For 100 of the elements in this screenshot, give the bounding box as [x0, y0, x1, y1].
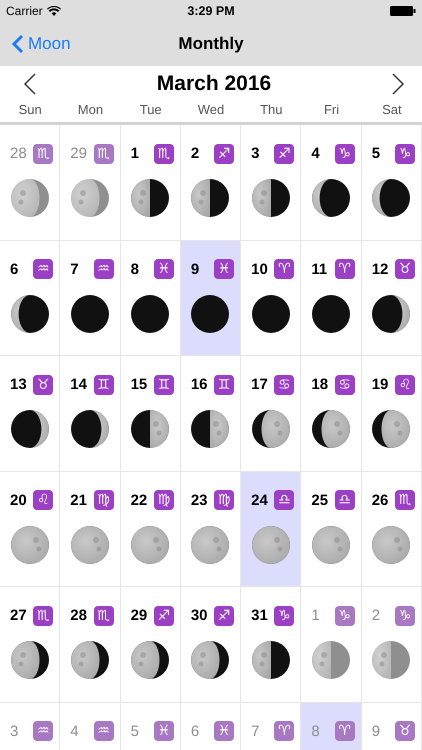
day-number: 8 — [311, 722, 320, 740]
day-number: 3 — [10, 722, 18, 740]
day-number: 22 — [130, 492, 148, 508]
zodiac-sign: ♉ — [33, 374, 54, 394]
day-number: 4 — [70, 722, 79, 740]
zodiac-sign: ♈ — [334, 259, 355, 279]
wifi-icon — [46, 6, 61, 16]
day-number: 16 — [190, 376, 208, 393]
day-number: 5 — [372, 145, 380, 162]
day-number: 25 — [311, 492, 328, 508]
zodiac-sign: ♈ — [274, 259, 294, 279]
day-number: 2 — [190, 145, 200, 162]
day-cell[interactable]: 3 ♐ — [241, 125, 302, 240]
zodiac-sign: ♑ — [334, 606, 355, 626]
zodiac-sign: ♊ — [94, 374, 114, 394]
day-number: 27 — [10, 607, 27, 624]
day-cell[interactable]: 11 ♈ — [301, 240, 362, 356]
status-time: 3:29 PM — [186, 4, 236, 18]
day-number: 6 — [10, 260, 18, 278]
day-number: 31 — [251, 607, 268, 624]
month-title: March 2016 — [156, 72, 272, 96]
weekday-label: Thu — [259, 102, 284, 119]
day-cell[interactable]: 18 ♋ — [301, 356, 362, 472]
day-cell[interactable]: 8 ♓ — [120, 240, 181, 356]
zodiac-sign: ♉ — [394, 721, 415, 741]
day-cell[interactable]: 12 ♉ — [362, 240, 422, 356]
day-number: 24 — [251, 492, 268, 508]
day-number: 15 — [130, 376, 148, 393]
day-number: 19 — [372, 376, 388, 393]
zodiac-sign: ♊ — [214, 374, 234, 394]
zodiac-sign: ♏ — [94, 144, 114, 164]
zodiac-sign: ♒ — [94, 721, 114, 741]
day-cell[interactable]: 16 ♊ — [180, 356, 242, 472]
day-cell[interactable]: 25 ♎ — [301, 472, 362, 587]
weekday-label: Fri — [322, 102, 340, 119]
day-cell[interactable]: 22 ♍ — [120, 472, 181, 587]
day-cell[interactable]: 6 ♒ — [0, 240, 60, 356]
zodiac-sign: ♎ — [334, 490, 355, 510]
zodiac-sign: ♈ — [274, 721, 294, 741]
day-number: 29 — [130, 607, 148, 624]
day-cell[interactable]: 13 ♉ — [0, 356, 60, 472]
day-cell[interactable]: 15 ♊ — [120, 356, 181, 472]
day-number: 7 — [251, 722, 260, 740]
zodiac-sign: ♉ — [394, 259, 415, 279]
day-cell[interactable]: 9 ♓ — [180, 240, 242, 356]
chevron-left-icon — [12, 34, 24, 54]
day-number: 18 — [311, 376, 328, 393]
day-number: 10 — [251, 260, 268, 278]
zodiac-sign: ♏ — [94, 606, 114, 626]
day-cell[interactable]: 7 ♒ — [60, 240, 121, 356]
day-cell[interactable]: 17 ♋ — [241, 356, 302, 472]
zodiac-sign: ♋ — [334, 374, 355, 394]
day-number: 28 — [10, 145, 27, 162]
zodiac-sign: ♍ — [154, 490, 174, 510]
day-cell[interactable]: 5 ♑ — [362, 125, 422, 240]
day-number: 1 — [311, 607, 320, 624]
zodiac-sign: ♑ — [334, 144, 355, 164]
zodiac-sign: ♓ — [214, 259, 234, 279]
day-number: 28 — [70, 607, 87, 624]
day-number: 17 — [251, 376, 268, 393]
zodiac-sign: ♊ — [154, 374, 174, 394]
zodiac-sign: ♈ — [334, 721, 355, 741]
day-cell[interactable]: 26 ♏ — [362, 472, 422, 587]
day-number: 12 — [372, 260, 388, 278]
weekday-label: Mon — [76, 102, 104, 119]
zodiac-sign: ♒ — [94, 259, 114, 279]
day-cell[interactable]: 23 ♍ — [180, 472, 242, 587]
zodiac-sign: ♑ — [394, 144, 415, 164]
zodiac-sign: ♌ — [394, 374, 415, 394]
day-cell[interactable]: 2 ♐ — [180, 125, 242, 240]
day-number: 8 — [130, 260, 139, 278]
day-number: 30 — [190, 607, 208, 624]
zodiac-sign: ♏ — [394, 490, 415, 510]
day-cell[interactable]: 4 ♑ — [301, 125, 362, 240]
zodiac-sign: ♏ — [154, 144, 174, 164]
zodiac-sign: ♐ — [274, 144, 294, 164]
day-number: 5 — [130, 722, 139, 740]
weekday-label: Tue — [138, 102, 163, 119]
zodiac-sign: ♍ — [214, 490, 234, 510]
day-cell[interactable]: 24 ♎ — [241, 472, 302, 587]
next-month-button[interactable] — [390, 71, 406, 97]
zodiac-sign: ♑ — [394, 606, 415, 626]
day-cell[interactable]: 27 ♏ — [0, 587, 60, 702]
previous-month-button[interactable] — [22, 71, 38, 97]
battery-icon — [390, 6, 416, 16]
day-cell[interactable]: 31 ♑ — [241, 587, 302, 702]
day-cell[interactable]: 29 ♐ — [120, 587, 181, 702]
zodiac-sign: ♎ — [274, 490, 294, 510]
day-cell[interactable]: 19 ♌ — [362, 356, 422, 472]
day-cell[interactable]: 20 ♌ — [0, 472, 60, 587]
day-cell[interactable]: 10 ♈ — [241, 240, 302, 356]
weekday-label: Sat — [381, 102, 403, 119]
day-number: 23 — [190, 492, 208, 508]
zodiac-sign: ♒ — [33, 259, 54, 279]
day-cell[interactable]: 21 ♍ — [60, 472, 121, 587]
day-cell[interactable]: 28 ♏ — [60, 587, 121, 702]
day-cell[interactable]: 30 ♐ — [180, 587, 242, 702]
zodiac-sign: ♐ — [214, 606, 234, 626]
day-cell[interactable]: 14 ♊ — [60, 356, 121, 472]
day-cell[interactable]: 1 ♏ — [120, 125, 181, 240]
